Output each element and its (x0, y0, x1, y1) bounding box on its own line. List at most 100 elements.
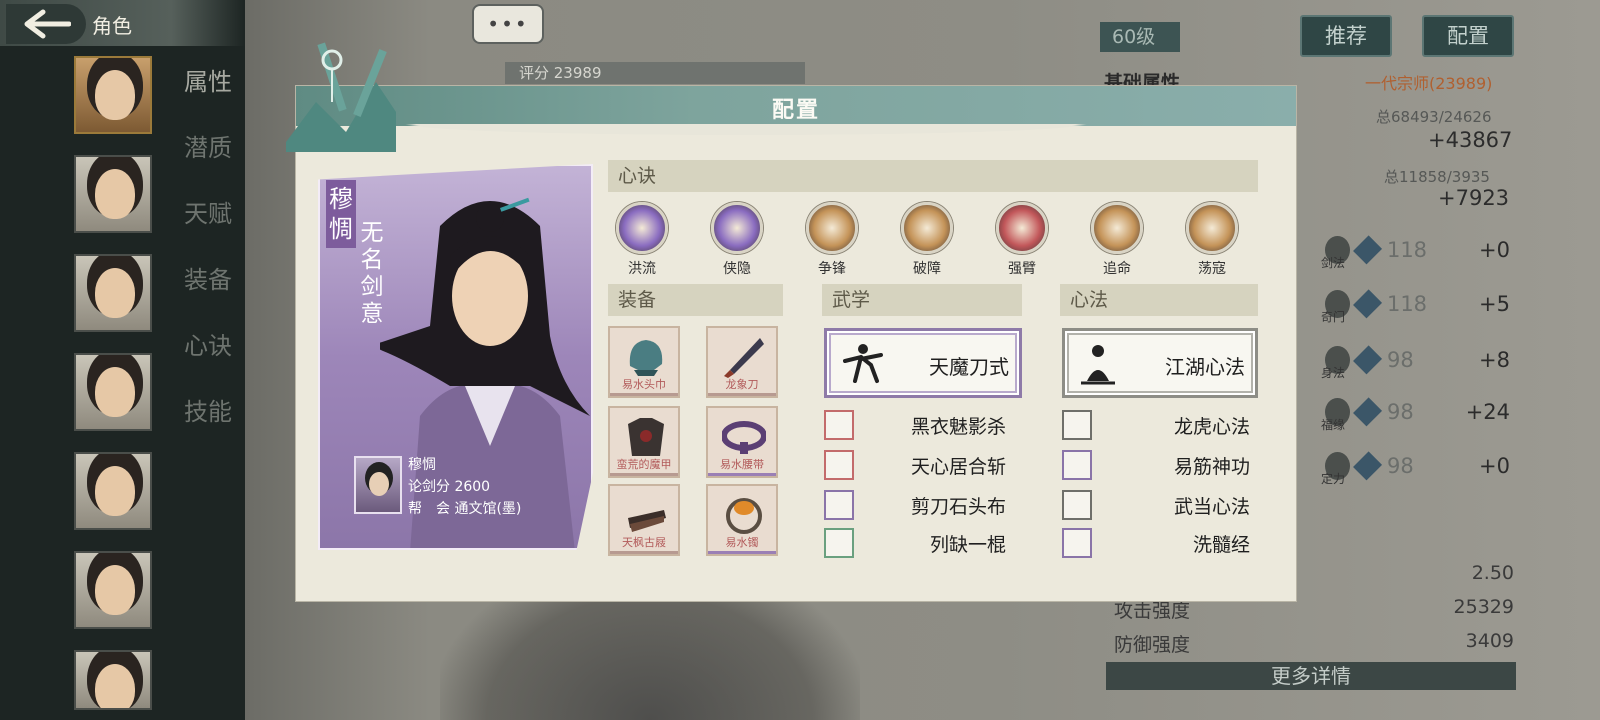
attack-label: 攻击强度 (1114, 600, 1191, 622)
equipment-slot[interactable]: 易水镯 (706, 484, 778, 556)
character-title: 无名剑意 (360, 220, 384, 327)
xinjue-icon (1091, 202, 1143, 254)
skill-name: 定力 (1321, 472, 1346, 486)
skill-row-sword: 118 +0 剑法 (1321, 232, 1511, 270)
stat-total: 总68493/24626 (1376, 108, 1492, 126)
character-portrait (95, 466, 135, 516)
xinjue-label: 洪流 (628, 261, 656, 277)
blade-icon (724, 338, 764, 378)
side-menu-attributes[interactable]: 属性 (184, 62, 232, 128)
xinjue-label: 侠隐 (723, 261, 751, 277)
character-slot[interactable] (74, 254, 152, 332)
inner-art-item[interactable]: 武当心法 (1062, 488, 1258, 522)
character-slot[interactable] (74, 155, 152, 233)
skill-value: 118 (1386, 238, 1428, 262)
chat-button[interactable]: ••• (472, 4, 544, 44)
skill-name: 奇门 (1321, 310, 1346, 324)
xinjue-icon (616, 202, 668, 254)
equipment-slot[interactable]: 天枫古屐 (608, 484, 680, 556)
side-menu-skills[interactable]: 技能 (184, 392, 232, 458)
character-portrait (95, 565, 135, 615)
xinjue-icon (806, 202, 858, 254)
skill-bonus: +0 (1479, 238, 1511, 262)
main-martial-skill[interactable]: 天魔刀式 (824, 328, 1022, 398)
defense-label: 防御强度 (1114, 634, 1191, 656)
more-details-button[interactable]: 更多详情 (1106, 662, 1516, 690)
character-portrait (95, 268, 135, 318)
main-inner-art[interactable]: 江湖心法 (1062, 328, 1258, 398)
side-menu-xinjue[interactable]: 心诀 (184, 326, 232, 392)
xinjue-item[interactable]: 洪流 (606, 202, 678, 278)
character-portrait (95, 70, 135, 120)
belt-icon (722, 421, 766, 454)
character-slot[interactable] (74, 452, 152, 530)
equipment-slot[interactable]: 易水头巾 (608, 326, 680, 398)
xinjue-label: 追命 (1103, 261, 1131, 277)
xinfa-header: 心法 (1060, 284, 1258, 316)
equipment-slot[interactable]: 龙象刀 (706, 326, 778, 398)
martial-skill-item[interactable]: 剪刀石头布 (824, 488, 1014, 522)
inner-art-item[interactable]: 易筋神功 (1062, 448, 1258, 482)
xinjue-item[interactable]: 强臂 (986, 202, 1058, 278)
inner-art-item[interactable]: 洗髓经 (1062, 526, 1258, 560)
xinjue-item[interactable]: 荡寇 (1176, 202, 1248, 278)
upgrade-diamond-icon[interactable] (1352, 397, 1382, 427)
equipment-slot[interactable]: 蛮荒的魔甲 (608, 406, 680, 478)
martial-skill-item[interactable]: 黑衣魅影杀 (824, 408, 1014, 442)
martial-skill-name: 列缺一棍 (929, 534, 1006, 556)
skill-bonus: +5 (1479, 292, 1511, 316)
wuxue-header: 武学 (822, 284, 1022, 316)
xinjue-label: 强臂 (1008, 261, 1036, 277)
inner-art-name: 龙虎心法 (1173, 416, 1250, 438)
mini-face (369, 472, 389, 496)
config-modal: 配置 穆惆 无名剑意 穆惆 论剑分 2600 帮 会 通文馆(墨) 心诀 洪流 … (286, 42, 1296, 601)
skill-row-fuyuan: 98 +24 福缘 (1321, 394, 1510, 432)
page-title: 角色 (92, 14, 132, 38)
martial-pose-icon (824, 528, 854, 558)
martial-skill-item[interactable]: 列缺一棍 (824, 526, 1014, 560)
martial-skill-item[interactable]: 天心居合斩 (824, 448, 1014, 482)
meditation-icon (1062, 528, 1092, 558)
upgrade-diamond-icon[interactable] (1352, 235, 1382, 265)
xinjue-header: 心诀 (608, 160, 1258, 192)
side-menu-talent[interactable]: 天赋 (184, 194, 232, 260)
character-list (74, 56, 154, 720)
equipment-name: 易水腰带 (720, 458, 764, 471)
xinjue-icon (901, 202, 953, 254)
card-mini-name: 穆惆 (408, 457, 436, 473)
recommend-button[interactable]: 推荐 (1300, 15, 1392, 57)
side-menu-equipment[interactable]: 装备 (184, 260, 232, 326)
skill-bonus: +8 (1479, 348, 1511, 372)
back-button[interactable] (6, 4, 86, 44)
xinjue-label: 争锋 (818, 261, 846, 277)
martial-pose-icon (824, 450, 854, 480)
config-button[interactable]: 配置 (1422, 15, 1514, 57)
upgrade-diamond-icon[interactable] (1352, 289, 1382, 319)
sword-ornament-icon (286, 42, 396, 152)
rank-title: 一代宗师(23989) (1365, 74, 1493, 93)
character-slot[interactable] (74, 551, 152, 629)
inner-art-item[interactable]: 龙虎心法 (1062, 408, 1258, 442)
xinjue-label: 破障 (913, 261, 941, 277)
skill-name: 身法 (1321, 366, 1346, 380)
stat-total: 总11858/3935 (1384, 168, 1490, 186)
equipment-slot[interactable]: 易水腰带 (706, 406, 778, 478)
xinjue-item[interactable]: 追命 (1081, 202, 1153, 278)
main-inner-art-name: 江湖心法 (1165, 355, 1245, 379)
meditation-icon (1062, 410, 1092, 440)
character-slot[interactable] (74, 56, 152, 134)
xinjue-icon (711, 202, 763, 254)
xinjue-item[interactable]: 侠隐 (701, 202, 773, 278)
skill-row-qimen: 118 +5 奇门 (1321, 286, 1511, 324)
xinjue-item[interactable]: 破障 (891, 202, 963, 278)
level-badge: 60级 (1100, 22, 1180, 52)
upgrade-diamond-icon[interactable] (1352, 345, 1382, 375)
main-martial-skill-name: 天魔刀式 (929, 355, 1009, 379)
xinjue-item[interactable]: 争锋 (796, 202, 868, 278)
character-slot[interactable] (74, 650, 152, 710)
character-slot[interactable] (74, 353, 152, 431)
skill-name: 剑法 (1321, 256, 1346, 270)
equipment-name: 易水头巾 (622, 378, 666, 391)
side-menu-potential[interactable]: 潜质 (184, 128, 232, 194)
upgrade-diamond-icon[interactable] (1352, 451, 1382, 481)
